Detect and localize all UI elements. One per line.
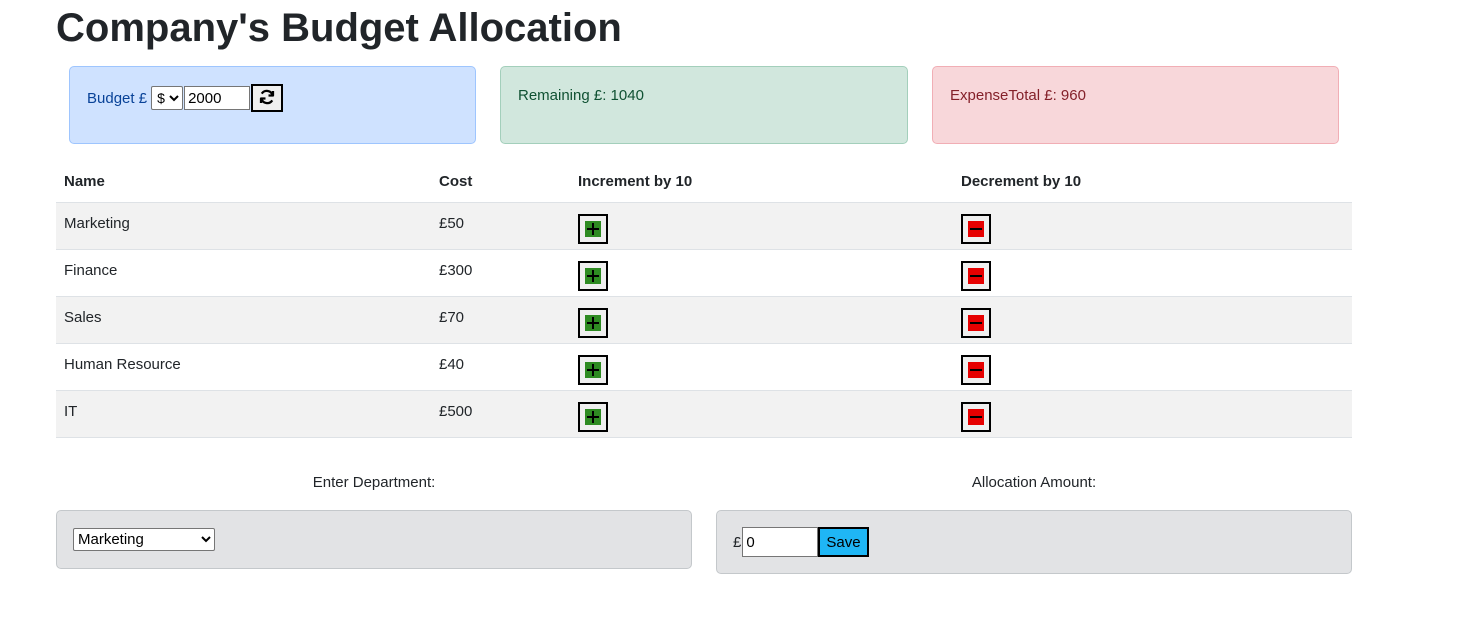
minus-square-icon xyxy=(968,409,984,425)
table-row: Finance £300 xyxy=(56,249,1352,297)
header-name: Name xyxy=(56,160,431,203)
allocation-amount-input[interactable] xyxy=(742,527,819,557)
expense-total-text: ExpenseTotal £: 960 xyxy=(950,87,1086,104)
increment-button[interactable] xyxy=(578,214,608,244)
page: Company's Budget Allocation Budget £ $ 2… xyxy=(0,0,1458,624)
department-label: Enter Department: xyxy=(312,474,436,491)
decrement-button[interactable] xyxy=(961,214,991,244)
table-row: IT £500 xyxy=(56,390,1352,438)
plus-square-icon xyxy=(585,221,601,237)
allocation-amount-label: Allocation Amount: xyxy=(971,474,1097,491)
header-decrement: Decrement by 10 xyxy=(953,160,1352,203)
row-name: Marketing xyxy=(56,202,431,250)
row-cost: £500 xyxy=(431,390,570,438)
currency-select[interactable]: $ xyxy=(151,86,184,110)
row-name: IT xyxy=(56,390,431,438)
table-row: Human Resource £40 xyxy=(56,343,1352,391)
table-row: Marketing £50 xyxy=(56,202,1352,250)
remaining-card: Remaining £: 1040 xyxy=(500,66,908,144)
minus-square-icon xyxy=(968,221,984,237)
table-row: Sales £70 xyxy=(56,296,1352,344)
save-button[interactable]: Save xyxy=(818,527,869,557)
row-cost: £300 xyxy=(431,249,570,297)
budget-input[interactable] xyxy=(184,86,251,110)
department-panel: Marketing xyxy=(56,510,692,569)
increment-button[interactable] xyxy=(578,402,608,432)
decrement-button[interactable] xyxy=(961,308,991,338)
row-cost: £40 xyxy=(431,343,570,391)
plus-square-icon xyxy=(585,315,601,331)
row-cost: £70 xyxy=(431,296,570,344)
expense-total-card: ExpenseTotal £: 960 xyxy=(932,66,1339,144)
decrement-button[interactable] xyxy=(961,261,991,291)
decrement-button[interactable] xyxy=(961,355,991,385)
row-name: Finance xyxy=(56,249,431,297)
refresh-icon xyxy=(258,88,276,109)
allocation-panel: £ Save xyxy=(716,510,1352,574)
remaining-text: Remaining £: 1040 xyxy=(518,87,644,104)
budget-label: Budget £ xyxy=(87,89,148,107)
row-name: Human Resource xyxy=(56,343,431,391)
increment-button[interactable] xyxy=(578,308,608,338)
minus-square-icon xyxy=(968,268,984,284)
row-name: Sales xyxy=(56,296,431,344)
header-increment: Increment by 10 xyxy=(570,160,953,203)
minus-square-icon xyxy=(968,362,984,378)
decrement-button[interactable] xyxy=(961,402,991,432)
plus-square-icon xyxy=(585,409,601,425)
allocation-row: £ Save xyxy=(733,527,869,557)
plus-square-icon xyxy=(585,362,601,378)
refresh-button[interactable] xyxy=(251,84,284,112)
plus-square-icon xyxy=(585,268,601,284)
minus-square-icon xyxy=(968,315,984,331)
page-title: Company's Budget Allocation xyxy=(56,6,622,50)
row-cost: £50 xyxy=(431,202,570,250)
expense-table: Name Cost Increment by 10 Decrement by 1… xyxy=(56,160,1352,438)
allocation-currency-symbol: £ xyxy=(733,533,742,551)
header-cost: Cost xyxy=(431,160,570,203)
budget-card: Budget £ $ xyxy=(69,66,476,144)
increment-button[interactable] xyxy=(578,261,608,291)
table-header-row: Name Cost Increment by 10 Decrement by 1… xyxy=(56,160,1352,203)
budget-row: Budget £ $ xyxy=(87,84,284,112)
department-select[interactable]: Marketing xyxy=(73,528,215,551)
increment-button[interactable] xyxy=(578,355,608,385)
